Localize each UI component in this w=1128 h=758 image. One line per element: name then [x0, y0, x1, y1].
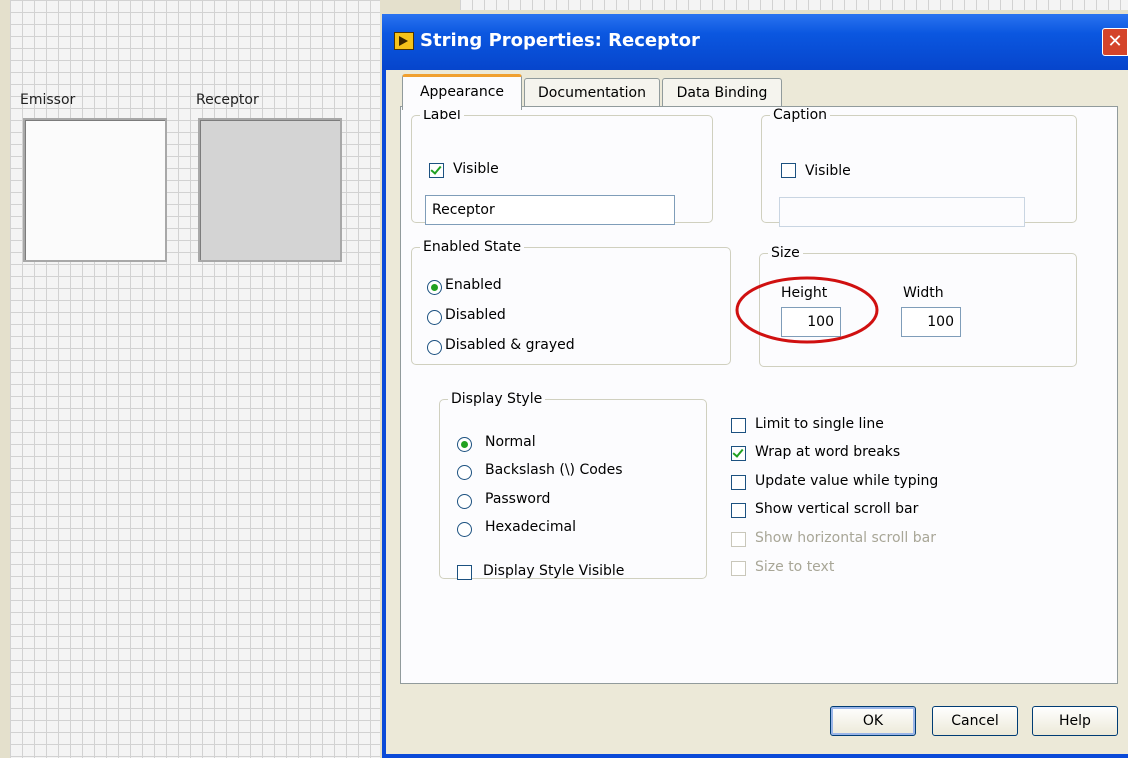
disabled-grayed-radio[interactable]: [427, 340, 442, 355]
update-while-typing-checkbox[interactable]: [731, 475, 746, 490]
size-to-text-checkbox[interactable]: [731, 561, 746, 576]
backslash-codes-radio[interactable]: [457, 465, 472, 480]
wrap-word-breaks-checkbox[interactable]: [731, 446, 746, 461]
tab-data-binding[interactable]: Data Binding: [662, 78, 782, 107]
backslash-codes-radio-label: Backslash (\) Codes: [485, 462, 623, 478]
close-icon: ✕: [1107, 31, 1123, 52]
emissor-label: Emissor: [20, 92, 76, 108]
horizontal-scroll-checkbox[interactable]: [731, 532, 746, 547]
limit-single-line-label: Limit to single line: [755, 416, 884, 432]
tab-appearance[interactable]: Appearance: [402, 74, 522, 110]
size-to-text-label: Size to text: [755, 559, 835, 575]
display-style-visible-checkbox[interactable]: [457, 565, 472, 580]
emissor-string-control[interactable]: [23, 118, 167, 262]
caption-text-field[interactable]: [779, 197, 1025, 227]
tab-documentation[interactable]: Documentation: [524, 78, 660, 107]
label-visible-text: Visible: [453, 161, 499, 177]
string-properties-dialog: String Properties: Receptor ✕ Appearance…: [382, 14, 1128, 758]
hexadecimal-radio-label: Hexadecimal: [485, 519, 576, 535]
annotation-ellipse: [735, 276, 879, 344]
size-group-legend: Size: [771, 245, 800, 261]
front-panel-canvas: Emissor Receptor: [10, 0, 380, 758]
display-style-visible-label: Display Style Visible: [483, 563, 625, 579]
disabled-radio-label: Disabled: [445, 307, 506, 323]
password-radio-label: Password: [485, 491, 551, 507]
background-grid-strip: [460, 0, 1128, 10]
limit-single-line-checkbox[interactable]: [731, 418, 746, 433]
caption-group-legend: Caption: [773, 107, 828, 123]
ok-button[interactable]: OK: [830, 706, 916, 736]
width-field[interactable]: 100: [901, 307, 961, 337]
width-label: Width: [903, 285, 944, 301]
display-style-group: Display Style: [439, 391, 707, 579]
wrap-word-breaks-label: Wrap at word breaks: [755, 444, 901, 460]
label-text-field[interactable]: Receptor: [425, 195, 675, 225]
vertical-scroll-label: Show vertical scroll bar: [755, 501, 919, 517]
enabled-radio[interactable]: [427, 280, 442, 295]
display-style-legend: Display Style: [451, 391, 543, 407]
receptor-string-indicator[interactable]: [198, 118, 342, 262]
receptor-label: Receptor: [196, 92, 259, 108]
dialog-titlebar[interactable]: String Properties: Receptor ✕: [382, 14, 1128, 70]
disabled-radio[interactable]: [427, 310, 442, 325]
dialog-client: Appearance Documentation Data Binding La…: [386, 70, 1128, 754]
appearance-panel: Label Visible Receptor Caption Visible E…: [400, 106, 1118, 684]
label-visible-checkbox[interactable]: [429, 163, 444, 178]
caption-visible-checkbox[interactable]: [781, 163, 796, 178]
normal-radio-label: Normal: [485, 434, 536, 450]
disabled-grayed-radio-label: Disabled & grayed: [445, 337, 575, 353]
cancel-button[interactable]: Cancel: [932, 706, 1018, 736]
hexadecimal-radio[interactable]: [457, 522, 472, 537]
update-while-typing-label: Update value while typing: [755, 473, 939, 489]
help-button[interactable]: Help: [1032, 706, 1118, 736]
caption-visible-text: Visible: [805, 163, 851, 179]
close-button[interactable]: ✕: [1102, 28, 1128, 56]
password-radio[interactable]: [457, 494, 472, 509]
vertical-scroll-checkbox[interactable]: [731, 503, 746, 518]
normal-radio[interactable]: [457, 437, 472, 452]
dialog-title: String Properties: Receptor: [420, 30, 700, 51]
horizontal-scroll-label: Show horizontal scroll bar: [755, 530, 936, 546]
enabled-radio-label: Enabled: [445, 277, 502, 293]
labview-app-icon: [394, 32, 414, 50]
enabled-state-legend: Enabled State: [423, 239, 522, 255]
